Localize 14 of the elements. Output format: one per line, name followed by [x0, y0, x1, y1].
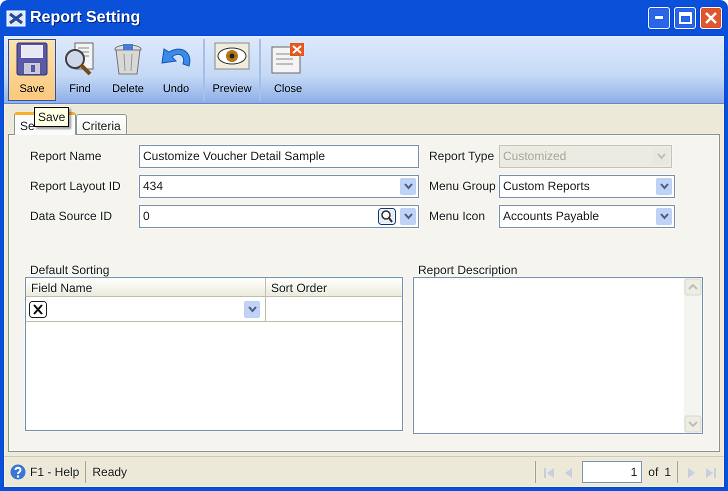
- page-of-label: of: [648, 464, 658, 481]
- help-label: F1 - Help: [30, 464, 80, 481]
- tooltip: Save: [34, 107, 70, 127]
- field-label: Report Type: [428, 148, 496, 165]
- field-label: Menu Group: [428, 178, 497, 195]
- page-total: 1: [664, 464, 671, 481]
- field-label: Report Layout ID: [29, 178, 122, 195]
- section-label: Default Sorting: [29, 262, 110, 277]
- window-title: Report Setting: [30, 8, 142, 28]
- field-label: Report Name: [29, 148, 102, 165]
- section-label: Report Description: [417, 262, 518, 277]
- field-label: Menu Icon: [428, 208, 486, 225]
- status-text: Ready: [92, 464, 128, 481]
- field-label: Data Source ID: [29, 208, 114, 225]
